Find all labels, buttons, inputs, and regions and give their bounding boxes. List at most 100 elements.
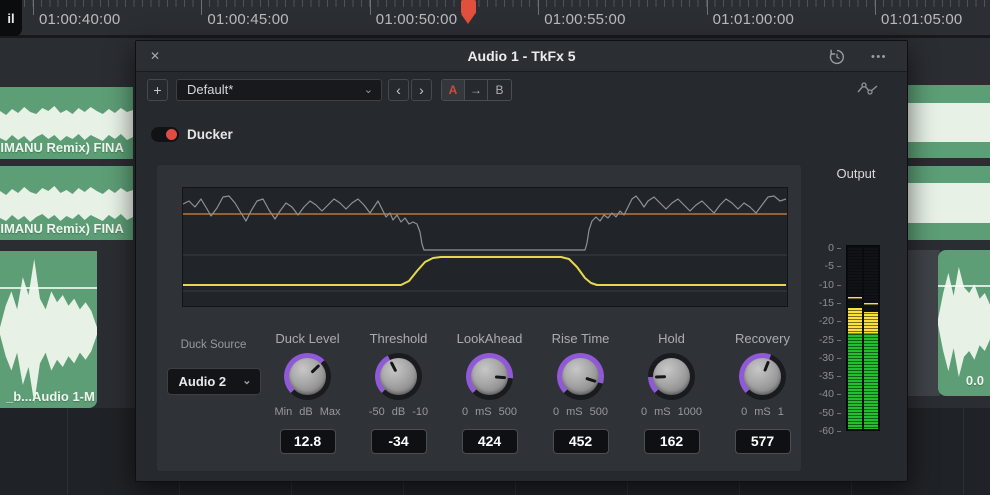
duck-source-select[interactable]: Audio 2 ⌄ xyxy=(167,368,261,395)
knob-group-duck-level: Duck LevelMindBMax12.8 xyxy=(262,331,353,454)
plugin-titlebar[interactable]: ✕ Audio 1 - TkFx 5 ••• xyxy=(136,41,907,72)
meter-scale-label: -60 xyxy=(819,425,834,437)
meter-scale-tick xyxy=(837,358,841,359)
knob-min-label: Min xyxy=(275,406,293,418)
ducker-controls: Duck Source Audio 2 ⌄ Duck LevelMindBMax… xyxy=(165,331,808,454)
knob-value-field[interactable]: 12.8 xyxy=(280,429,336,454)
output-meter-scale: 0-5-10-15-20-25-30-35-40-50-60 xyxy=(791,242,843,432)
timeline-ruler[interactable]: 01:00:40:0001:00:45:0001:00:50:0001:00:5… xyxy=(0,0,990,38)
meter-scale-label: 0 xyxy=(828,242,834,254)
meter-scale-label: -30 xyxy=(819,352,834,364)
ruler-major-tick xyxy=(370,0,371,15)
clip-label: _b...Audio 1-M xyxy=(6,389,95,404)
duck-source-group: Duck Source Audio 2 ⌄ xyxy=(165,331,262,454)
knob-label: Threshold xyxy=(353,331,444,347)
knob-threshold[interactable] xyxy=(375,353,422,400)
knob-max-label: 1 xyxy=(778,406,784,418)
ab-copy-button[interactable]: → xyxy=(465,80,488,100)
meter-scale-label: -10 xyxy=(819,279,834,291)
meter-scale-tick xyxy=(837,394,841,395)
knob-duck-level[interactable] xyxy=(284,353,331,400)
knob-pointer-mark xyxy=(390,361,398,372)
knob-range: 0 mS 1000 xyxy=(626,406,717,418)
clip-waveform xyxy=(908,183,990,223)
clip-waveform xyxy=(0,251,97,408)
knob-max-label: 500 xyxy=(590,406,608,418)
preset-toolbar: + Default* ⌄ ‹ › A → B xyxy=(136,73,907,106)
ruler-major-tick xyxy=(875,0,876,15)
knob-unit-label: mS xyxy=(654,406,671,418)
knob-min-label: 0 xyxy=(462,406,468,418)
knob-value-field[interactable]: 452 xyxy=(553,429,609,454)
ruler-major-tick xyxy=(201,0,202,15)
knob-pointer-mark xyxy=(495,375,506,379)
ruler-timecode: 01:01:05:00 xyxy=(881,11,962,28)
audio-clip[interactable] xyxy=(908,85,990,158)
ab-compare-group: A → B xyxy=(441,79,512,101)
ab-compare-a-button[interactable]: A xyxy=(442,80,465,100)
playhead[interactable] xyxy=(461,0,476,14)
ducker-graph xyxy=(182,187,788,307)
knob-value-field[interactable]: -34 xyxy=(371,429,427,454)
clip-label: (IMANU Remix) FINA xyxy=(0,140,124,155)
chevron-down-icon: ⌄ xyxy=(242,369,251,394)
previous-preset-button[interactable]: ‹ xyxy=(388,79,409,101)
knob-range: 0mS500 xyxy=(535,406,626,418)
ruler-minor-ticks xyxy=(24,0,990,7)
knob-value-field[interactable]: 162 xyxy=(644,429,700,454)
knob-rise-time[interactable] xyxy=(557,353,604,400)
knob-min-label: -50 xyxy=(369,406,385,418)
meter-channel xyxy=(864,247,878,429)
knob-group-threshold: Threshold -50dB-10 -34 xyxy=(353,331,444,454)
duck-source-label: Duck Source xyxy=(165,339,262,351)
output-meter-label: Output xyxy=(830,166,882,181)
audio-clip[interactable] xyxy=(908,166,990,240)
meter-scale-tick xyxy=(837,285,841,286)
knob-max-label: 1000 xyxy=(678,406,702,418)
ruler-timecode: 01:00:55:00 xyxy=(544,11,625,28)
audio-clip[interactable]: _b...Audio 1-M xyxy=(0,251,97,408)
knob-recovery[interactable] xyxy=(739,353,786,400)
knob-max-label: -10 xyxy=(412,406,428,418)
knobs-row: Duck LevelMindBMax12.8Threshold-50dB-10-… xyxy=(262,331,808,454)
meter-scale-label: -40 xyxy=(819,388,834,400)
knob-lookahead[interactable] xyxy=(466,353,513,400)
knob-range: -50dB-10 xyxy=(353,406,444,418)
knob-range: MindBMax xyxy=(262,406,353,418)
ruler-major-tick xyxy=(538,0,539,15)
meter-scale-tick xyxy=(837,431,841,432)
add-preset-button[interactable]: + xyxy=(147,79,168,101)
options-menu-button[interactable]: ••• xyxy=(867,46,891,68)
ab-compare-b-button[interactable]: B xyxy=(488,80,511,100)
knob-hold[interactable] xyxy=(648,353,695,400)
effect-name-label: Ducker xyxy=(187,121,233,149)
ruler-timecode: 01:00:45:00 xyxy=(207,11,288,28)
meter-scale-tick xyxy=(837,303,841,304)
knob-value-field[interactable]: 577 xyxy=(735,429,791,454)
meter-scale-label: -50 xyxy=(819,407,834,419)
meter-peak-line xyxy=(864,303,878,305)
volume-automation-line[interactable] xyxy=(938,285,990,287)
audio-clip[interactable]: (IMANU Remix) FINA xyxy=(0,87,133,159)
next-preset-button[interactable]: › xyxy=(411,79,432,101)
knob-min-label: 0 xyxy=(641,406,647,418)
audio-clip[interactable]: 0.0 xyxy=(938,250,990,396)
knob-pointer-mark xyxy=(585,377,596,383)
knob-value-field[interactable]: 424 xyxy=(462,429,518,454)
keyframe-curve-icon xyxy=(857,81,881,97)
volume-automation-line[interactable] xyxy=(0,287,97,289)
preset-dropdown[interactable]: Default* ⌄ xyxy=(176,79,382,101)
audio-clip[interactable]: (IMANU Remix) FINA xyxy=(0,166,133,240)
preset-history-button[interactable] xyxy=(825,46,849,68)
ducker-graph-svg xyxy=(183,188,787,306)
clip-name-tag: il xyxy=(0,0,22,36)
effect-bypass-toggle[interactable] xyxy=(151,127,179,142)
knob-pointer-mark xyxy=(655,375,666,378)
keyframe-mode-button[interactable] xyxy=(857,81,881,102)
chevron-down-icon: ⌄ xyxy=(364,80,373,100)
knob-unit-label: mS xyxy=(754,406,771,418)
ducker-panel: Duck Source Audio 2 ⌄ Duck LevelMindBMax… xyxy=(156,164,802,472)
ruler-timecode: 01:00:40:00 xyxy=(39,11,120,28)
knob-group-hold: Hold0mS1000162 xyxy=(626,331,717,454)
knob-pointer-mark xyxy=(310,364,320,374)
